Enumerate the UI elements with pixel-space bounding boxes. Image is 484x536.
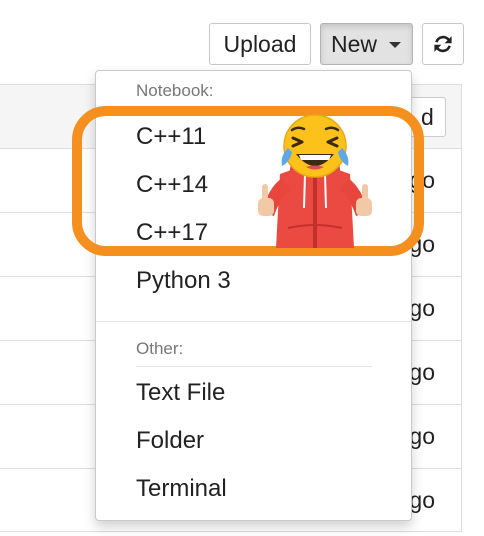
menu-item-text-file[interactable]: Text File (136, 379, 225, 407)
menu-divider (96, 321, 411, 322)
caret-down-icon (389, 42, 401, 48)
refresh-icon (434, 35, 452, 53)
refresh-button[interactable] (422, 23, 464, 65)
menu-item-python3[interactable]: Python 3 (136, 267, 231, 295)
row-modified-time: go (409, 359, 435, 385)
laughing-emoji-thumbs-up-icon (258, 114, 372, 248)
menu-divider (136, 366, 372, 367)
list-bottom-border (0, 531, 462, 532)
other-section-header: Other: (136, 339, 184, 358)
upload-button[interactable]: Upload (209, 23, 311, 65)
menu-item-folder[interactable]: Folder (136, 427, 204, 455)
notebook-section-header: Notebook: (136, 81, 214, 100)
row-modified-time: go (409, 423, 435, 449)
file-browser-screen: Upload New d go go go go go go Notebook:… (0, 0, 484, 536)
new-dropdown-button[interactable]: New (320, 23, 413, 65)
new-button-label: New (331, 31, 378, 57)
menu-item-terminal[interactable]: Terminal (136, 475, 227, 503)
row-modified-time: go (409, 487, 435, 513)
row-modified-time: go (409, 295, 435, 321)
